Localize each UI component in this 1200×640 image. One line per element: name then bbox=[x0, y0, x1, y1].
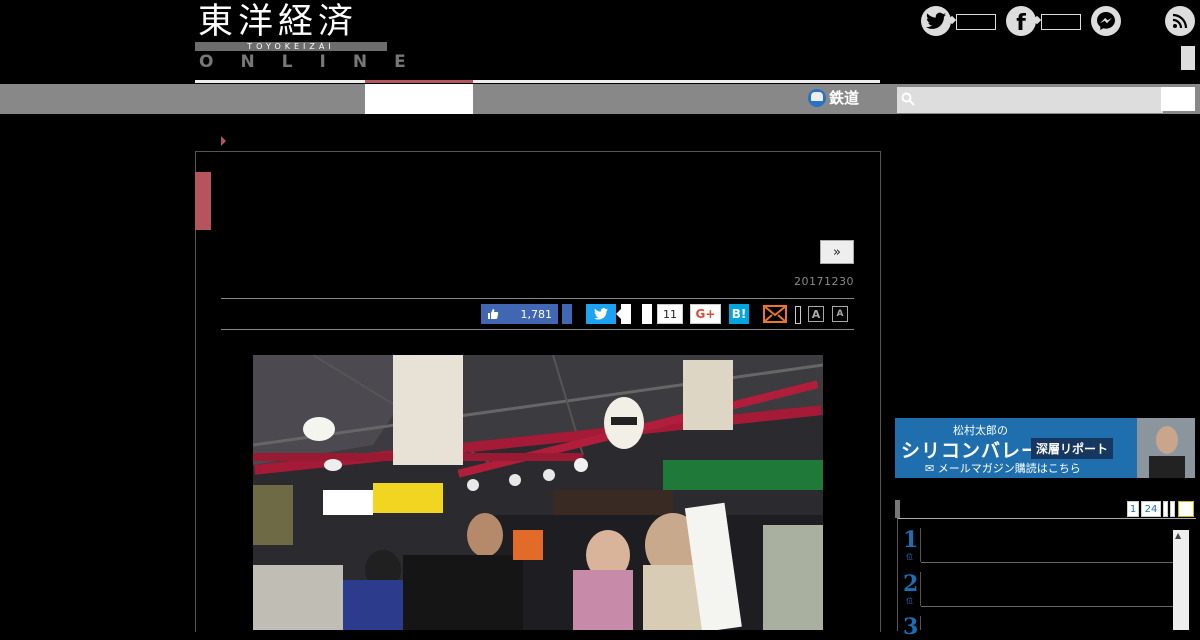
messenger-icon[interactable] bbox=[1091, 6, 1121, 36]
print-button[interactable] bbox=[795, 306, 801, 324]
twitter-share-button[interactable] bbox=[586, 304, 616, 324]
rank-divider-1 bbox=[920, 528, 921, 562]
author-photo bbox=[1137, 418, 1195, 478]
ranking-header-bar bbox=[895, 500, 900, 518]
logo-kanji[interactable]: 東洋経済 bbox=[198, 2, 358, 42]
search-icon bbox=[901, 92, 915, 106]
facebook-icon[interactable]: f bbox=[1006, 6, 1036, 36]
share-rule-bottom bbox=[221, 329, 854, 330]
article-photo bbox=[253, 355, 823, 630]
ranking-tab-3[interactable] bbox=[1163, 501, 1168, 517]
thumbs-up-icon bbox=[488, 309, 499, 319]
hatena-bookmark-button[interactable]: B! bbox=[729, 304, 749, 324]
ranking-tab-1[interactable]: 1 bbox=[1127, 501, 1139, 517]
facebook-count bbox=[1041, 14, 1081, 30]
nav-active-indicator bbox=[365, 80, 473, 83]
breadcrumb-arrow-icon bbox=[221, 136, 226, 146]
logo-online[interactable]: ONLINE bbox=[199, 52, 433, 72]
hatena-count: 11 bbox=[657, 304, 683, 324]
banner-tag: 深層リポート bbox=[1031, 438, 1114, 459]
rank-suffix-2: 位 bbox=[906, 597, 913, 605]
ranking-scrollbar[interactable] bbox=[1173, 530, 1189, 630]
scroll-up-icon[interactable]: ▲ bbox=[1175, 531, 1181, 540]
newsletter-banner[interactable]: 松村太郎の シリコンバレー 深層リポート ✉ メールマガジン購読はこちら bbox=[895, 418, 1195, 478]
envelope-icon: ✉ bbox=[925, 462, 935, 475]
banner-mail-text: ✉ メールマガジン購読はこちら bbox=[925, 460, 1081, 476]
ranking-list bbox=[897, 518, 1196, 631]
search-input[interactable] bbox=[897, 87, 1163, 113]
next-page-button[interactable]: » bbox=[820, 240, 854, 264]
rss-icon[interactable] bbox=[1165, 6, 1195, 36]
header-side-button[interactable] bbox=[1181, 46, 1195, 70]
google-plus-button[interactable]: G+ bbox=[690, 304, 721, 324]
train-icon bbox=[808, 88, 826, 107]
rank-divider-2 bbox=[920, 572, 921, 606]
rank-suffix-1: 位 bbox=[906, 553, 913, 561]
nav-item-rail-label: 鉄道 bbox=[829, 89, 860, 107]
rank-row-line-1 bbox=[921, 562, 1173, 563]
facebook-like-button[interactable]: 1,781 bbox=[481, 304, 558, 324]
share-rule-top bbox=[221, 298, 854, 299]
like-count-box bbox=[562, 304, 572, 324]
twitter-share-count bbox=[616, 304, 631, 324]
hatena-count-tail bbox=[642, 304, 652, 324]
rank-number-2: 2 bbox=[903, 571, 919, 597]
like-count: 1,781 bbox=[520, 307, 553, 321]
logo-roman-bar: TOYOKEIZAI bbox=[195, 42, 387, 51]
twitter-share-icon bbox=[594, 308, 608, 320]
ranking-tab-4[interactable] bbox=[1170, 501, 1175, 517]
nav-tab-active[interactable] bbox=[365, 84, 473, 114]
banner-mail-label: メールマガジン購読はこちら bbox=[937, 462, 1081, 475]
ranking-tab-24[interactable]: 24 bbox=[1141, 501, 1161, 517]
ranking-tab-5[interactable] bbox=[1178, 501, 1194, 517]
rank-row-line-2 bbox=[921, 606, 1173, 607]
banner-title: シリコンバレー bbox=[901, 440, 1042, 462]
search-button[interactable] bbox=[1161, 87, 1195, 111]
twitter-icon[interactable] bbox=[921, 6, 951, 36]
rank-number-1: 1 bbox=[903, 527, 919, 553]
rank-divider-3 bbox=[920, 616, 921, 630]
font-large-button[interactable]: A bbox=[808, 306, 824, 322]
mail-icon[interactable] bbox=[763, 305, 787, 323]
nav-item-rail[interactable]: 鉄道 bbox=[808, 87, 859, 108]
logo-roman: TOYOKEIZAI bbox=[247, 42, 335, 51]
nav-top-line bbox=[195, 80, 880, 83]
rank-number-3: 3 bbox=[903, 614, 919, 640]
article-date: 20171230 bbox=[794, 275, 854, 288]
font-small-button[interactable]: A bbox=[832, 306, 848, 322]
title-accent-bar bbox=[195, 172, 211, 230]
twitter-count bbox=[956, 14, 996, 30]
